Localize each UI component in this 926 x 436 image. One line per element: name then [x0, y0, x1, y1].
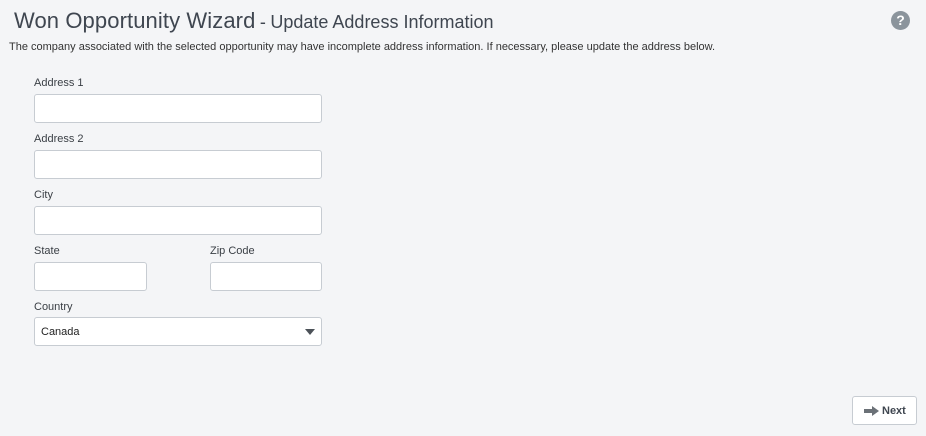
- zip-input[interactable]: [211, 263, 321, 290]
- next-button-label: Next: [882, 405, 906, 417]
- state-label: State: [34, 245, 60, 257]
- help-icon[interactable]: ?: [891, 11, 910, 30]
- next-button[interactable]: Next: [852, 396, 917, 425]
- state-input[interactable]: [35, 263, 146, 290]
- city-label: City: [34, 189, 53, 201]
- address1-input[interactable]: [35, 95, 321, 122]
- address1-field: [34, 94, 322, 123]
- wizard-page: Won Opportunity Wizard - Update Address …: [0, 0, 926, 436]
- title-separator: -: [259, 12, 266, 32]
- address2-field: [34, 150, 322, 179]
- zip-field: [210, 262, 322, 291]
- state-field: [34, 262, 147, 291]
- country-select[interactable]: Canada: [34, 317, 322, 346]
- chevron-down-icon: [305, 329, 315, 335]
- city-input[interactable]: [35, 207, 321, 234]
- address2-input[interactable]: [35, 151, 321, 178]
- wizard-step-title: Update Address Information: [270, 12, 494, 32]
- wizard-title: Won Opportunity Wizard: [14, 8, 256, 33]
- address2-label: Address 2: [34, 133, 84, 145]
- address1-label: Address 1: [34, 77, 84, 89]
- page-title: Won Opportunity Wizard - Update Address …: [14, 8, 494, 34]
- zip-label: Zip Code: [210, 245, 255, 257]
- arrow-right-icon: [864, 406, 879, 416]
- country-selected-value: Canada: [41, 326, 80, 338]
- city-field: [34, 206, 322, 235]
- country-label: Country: [34, 301, 73, 313]
- step-description: The company associated with the selected…: [9, 41, 716, 53]
